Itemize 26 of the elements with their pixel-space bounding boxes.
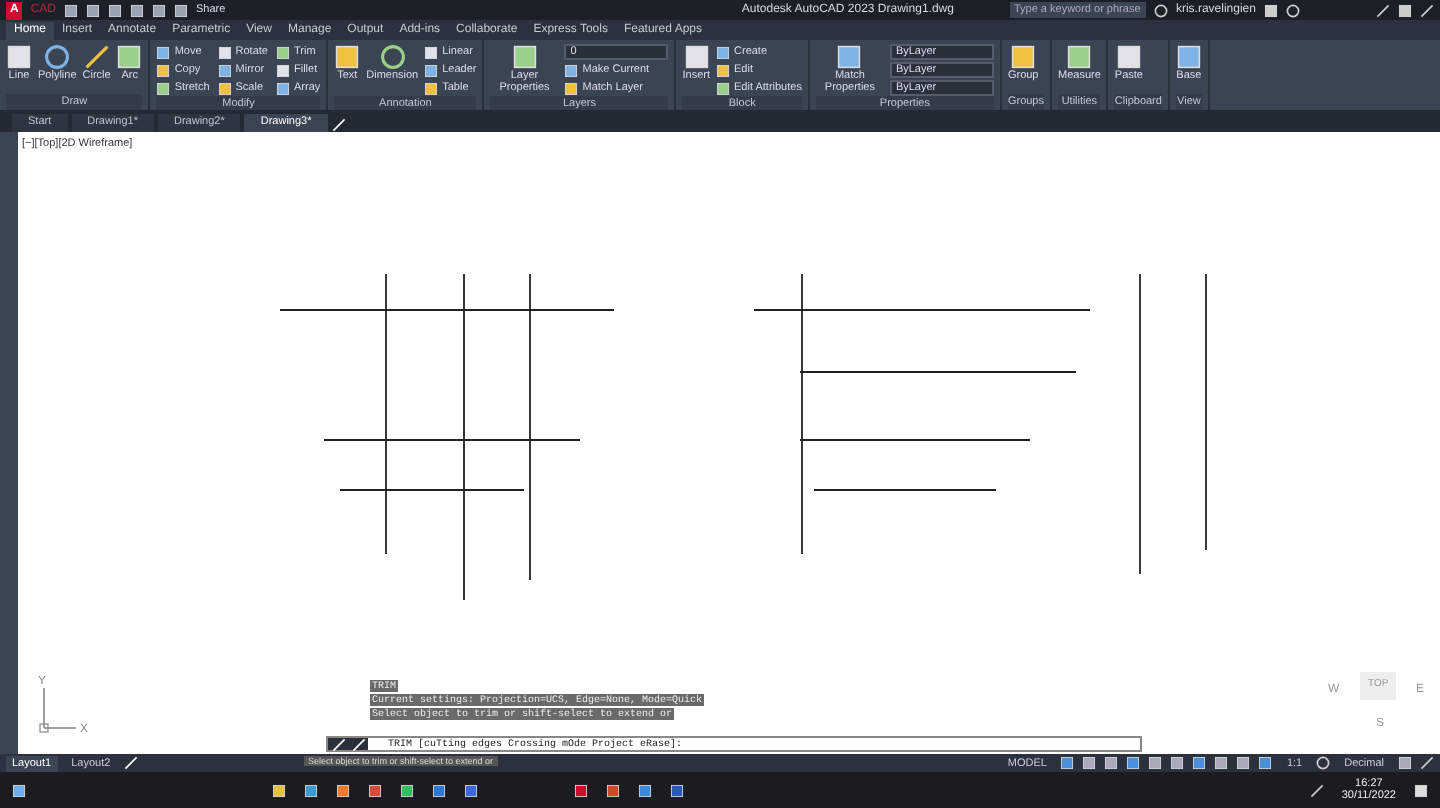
taskbar-app-icon[interactable] xyxy=(400,783,414,797)
tool-icon xyxy=(44,44,71,70)
tool-icon xyxy=(6,44,32,70)
taskbar-app-icon[interactable] xyxy=(606,783,620,797)
taskbar-app-icon[interactable] xyxy=(638,783,652,797)
tool-icon xyxy=(334,44,361,70)
taskbar-app-icon[interactable] xyxy=(304,783,318,797)
tool-icon xyxy=(116,44,143,70)
tool-icon xyxy=(683,44,710,70)
taskbar-app-icon[interactable] xyxy=(464,783,478,797)
status-toggle-icon[interactable] xyxy=(1398,756,1412,770)
taskbar-app-icon[interactable] xyxy=(574,783,588,797)
tool-icon xyxy=(1175,44,1202,70)
tool-icon xyxy=(511,44,538,70)
tool-icon xyxy=(836,44,863,70)
tool-icon xyxy=(1066,44,1093,70)
taskbar-app-icon[interactable] xyxy=(432,783,446,797)
taskbar-app-icon[interactable] xyxy=(368,783,382,797)
taskbar-app-icon[interactable] xyxy=(272,783,286,797)
taskbar-app-icon[interactable] xyxy=(670,783,684,797)
ucs-axes-drawing xyxy=(39,687,77,733)
tool-icon xyxy=(379,44,406,70)
tool-icon xyxy=(1115,44,1142,70)
tool-icon xyxy=(1010,44,1037,70)
tool-icon xyxy=(83,44,110,70)
taskbar-app-icon[interactable] xyxy=(336,783,350,797)
